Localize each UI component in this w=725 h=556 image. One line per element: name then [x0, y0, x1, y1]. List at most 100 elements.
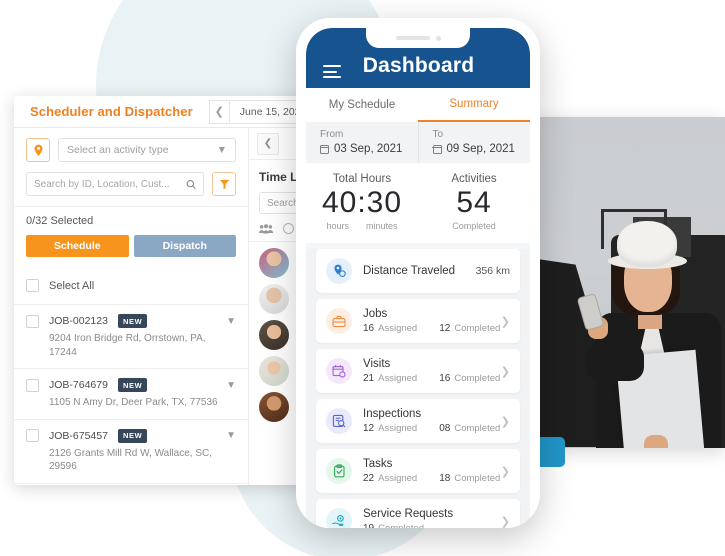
search-input-wrapper[interactable]: [26, 172, 204, 196]
stat-card-service-requests[interactable]: Service Requests 19 Completed ❯: [316, 499, 520, 528]
page-title: Scheduler and Dispatcher: [30, 104, 193, 119]
dashboard-tabs: My Schedule Summary: [306, 88, 530, 122]
app-title: Dashboard: [362, 54, 475, 77]
chevron-down-icon[interactable]: ▼: [226, 430, 236, 441]
date-range-to[interactable]: To 09 Sep, 2021: [417, 122, 531, 163]
phone-screen: Dashboard My Schedule Summary From 03 Se…: [306, 28, 530, 528]
inspection-icon: [326, 408, 352, 434]
funnel-icon[interactable]: [212, 172, 236, 196]
distance-value: 356 km: [475, 265, 510, 277]
time-units-row: hours minutes: [306, 221, 418, 231]
chevron-left-icon[interactable]: ❮: [208, 99, 229, 124]
completed-label: Completed: [454, 373, 501, 384]
scheduler-body: Select an activity type ▼ Search by ID, …: [14, 128, 324, 485]
job-address: 9204 Iron Bridge Rd, Orrstown, PA, 17244: [49, 333, 206, 358]
stat-name: Tasks: [363, 458, 393, 470]
stat-card-tasks[interactable]: Tasks 22 Assigned 18 Completed ❯: [316, 449, 520, 493]
schedule-button[interactable]: Schedule: [26, 235, 129, 257]
job-checkbox[interactable]: [26, 378, 39, 392]
stat-card-visits[interactable]: Visits 21 Assigned 16 Completed ❯: [316, 349, 520, 393]
avatar[interactable]: [259, 284, 289, 314]
distance-label: Distance Traveled: [363, 265, 456, 277]
avatar[interactable]: [259, 392, 289, 422]
job-checkbox[interactable]: [26, 429, 39, 442]
scheduler-header: Scheduler and Dispatcher ❮ June 15, 2020: [14, 96, 324, 128]
completed-count: 18: [439, 473, 451, 484]
avatar[interactable]: [259, 356, 289, 386]
avatar[interactable]: [259, 320, 289, 350]
mobile-phone-mockup: Dashboard My Schedule Summary From 03 Se…: [296, 18, 540, 528]
chevron-down-icon[interactable]: ▼: [226, 380, 236, 391]
to-value: 09 Sep, 2021: [446, 143, 515, 155]
service-hand-icon: [326, 508, 352, 528]
stat-name: Inspections: [363, 408, 422, 420]
people-icon[interactable]: [259, 223, 273, 234]
status-badge: NEW: [117, 314, 148, 328]
chevron-right-icon[interactable]: ❯: [501, 315, 510, 328]
service-requests-content: Service Requests 19 Completed: [363, 508, 495, 528]
search-row: [14, 168, 248, 206]
assigned-count: 22: [363, 473, 375, 484]
calendar-pin-icon: [326, 358, 352, 384]
summary-stat-list: Distance Traveled 356 km Jobs 16 Assigne…: [306, 249, 530, 528]
assigned-count: 12: [363, 423, 375, 434]
hours-unit: hours: [326, 221, 349, 231]
chevron-right-icon[interactable]: ❯: [501, 365, 510, 378]
to-label: To: [432, 129, 444, 140]
tab-summary[interactable]: Summary: [418, 88, 530, 122]
chevron-right-icon[interactable]: ❯: [501, 515, 510, 528]
dispatch-button[interactable]: Dispatch: [133, 235, 236, 257]
chevron-left-icon[interactable]: ❮: [257, 132, 279, 155]
job-checkbox[interactable]: [26, 314, 39, 328]
job-list-item[interactable]: JOB-002123 NEW ▼ 9204 Iron Bridge Rd, Or…: [14, 305, 248, 369]
phone-speaker: [395, 36, 430, 40]
status-badge: NEW: [117, 428, 148, 443]
briefcase-icon: [326, 308, 352, 334]
assigned-count: 16: [363, 323, 375, 334]
stat-name: Visits: [363, 358, 391, 370]
select-all-row[interactable]: Select All: [14, 267, 248, 305]
date-range-from[interactable]: From 03 Sep, 2021: [306, 122, 418, 163]
avatar[interactable]: [259, 248, 289, 278]
stat-card-inspections[interactable]: Inspections 12 Assigned 08 Completed ❯: [316, 399, 520, 443]
hamburger-menu-icon[interactable]: [323, 65, 341, 78]
phone-camera: [435, 35, 441, 41]
stat-card-jobs[interactable]: Jobs 16 Assigned 12 Completed ❯: [316, 299, 520, 343]
activity-type-select[interactable]: Select an activity type ▼: [58, 138, 236, 162]
distance-traveled-card[interactable]: Distance Traveled 356 km: [316, 249, 520, 293]
job-row-header: JOB-675457 NEW ▼: [26, 428, 236, 443]
stat-metrics: 12 Assigned 08 Completed: [363, 423, 500, 434]
activities-label: Activities: [451, 173, 497, 185]
assigned-count: 21: [363, 373, 375, 384]
jobs-content: Jobs 16 Assigned 12 Completed: [363, 308, 500, 334]
assigned-label: Assigned: [378, 323, 418, 334]
tasks-content: Tasks 22 Assigned 18 Completed: [363, 458, 500, 484]
job-address: 1105 N Amy Dr, Deer Park, TX, 77536: [49, 397, 218, 408]
map-pin-icon[interactable]: [26, 138, 50, 162]
job-row-header: JOB-764679 NEW ▼: [26, 378, 236, 392]
search-input[interactable]: [34, 178, 186, 190]
chevron-right-icon[interactable]: ❯: [501, 465, 510, 478]
assigned-label: Assigned: [378, 373, 418, 384]
from-value-row: 03 Sep, 2021: [319, 143, 418, 155]
circle-icon[interactable]: [283, 223, 294, 234]
chevron-right-icon[interactable]: ❯: [501, 415, 510, 428]
select-all-checkbox[interactable]: [26, 279, 39, 292]
kpi-activities: Activities 54 Completed: [418, 173, 530, 231]
tab-my-schedule[interactable]: My Schedule: [306, 88, 418, 122]
job-id: JOB-675457: [49, 429, 108, 442]
job-list-item[interactable]: JOB-764679 NEW ▼ 1105 N Amy Dr, Deer Par…: [14, 369, 248, 420]
stat-metrics: 16 Assigned 12 Completed: [363, 323, 500, 334]
chevron-down-icon[interactable]: ▼: [226, 316, 236, 327]
search-icon[interactable]: [186, 179, 196, 190]
completed-label: Completed: [378, 523, 424, 528]
completed-label: Completed: [454, 473, 501, 484]
stat-name: Jobs: [363, 308, 388, 320]
job-list-item[interactable]: JOB-675457 NEW ▼ 2126 Grants Mill Rd W, …: [14, 420, 248, 484]
kpi-total-hours: Total Hours 40:30 hours minutes: [306, 173, 418, 231]
stat-metrics: 19 Completed: [363, 523, 495, 528]
hours-number: 40: [321, 186, 358, 219]
completed-count: 08: [439, 423, 451, 434]
activities-value: 54: [456, 186, 492, 219]
completed-count: 19: [363, 523, 374, 528]
